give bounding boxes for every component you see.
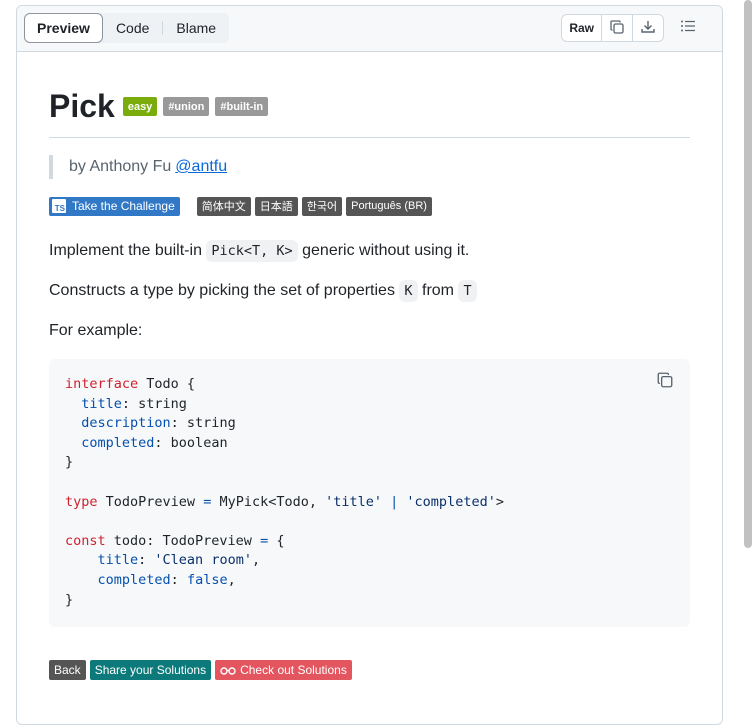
- code-token: :: [138, 552, 155, 569]
- outline-button[interactable]: [678, 18, 698, 38]
- code-token: 'Clean room': [154, 552, 252, 569]
- tag-badge-union[interactable]: #union: [163, 97, 210, 116]
- copy-raw-button[interactable]: [602, 15, 633, 41]
- description-paragraph-2: Constructs a type by picking the set of …: [49, 279, 690, 303]
- footer-badges: Back Share your Solutions Check out Solu…: [49, 660, 690, 680]
- code-token: MyPick<Todo,: [211, 493, 326, 510]
- tag-badge-built-in[interactable]: #built-in: [215, 97, 269, 116]
- code-token: =: [260, 532, 269, 549]
- tab-preview[interactable]: Preview: [24, 13, 103, 43]
- typescript-icon: TS: [52, 199, 66, 213]
- code-token: TodoPreview: [97, 493, 204, 510]
- code-content: interface Todo { title: string descripti…: [65, 375, 674, 610]
- copy-code-button[interactable]: [656, 371, 676, 391]
- list-icon: [680, 18, 696, 39]
- lang-badge-ja[interactable]: 日本語: [254, 196, 298, 216]
- text-segment: Implement the built-in: [49, 242, 207, 259]
- inline-code: T: [458, 280, 477, 302]
- lang-badge-ko[interactable]: 한국어: [301, 196, 343, 216]
- file-viewer-panel: Preview Code Blame Raw Pick easy #union …: [16, 5, 723, 725]
- markdown-body: Pick easy #union #built-in by Anthony Fu…: [17, 52, 722, 680]
- text-segment: Constructs a type by picking the set of …: [49, 282, 400, 299]
- raw-button[interactable]: Raw: [562, 15, 602, 41]
- code-token: const: [65, 532, 106, 549]
- example-heading: For example:: [49, 322, 143, 339]
- take-challenge-label: Take the Challenge: [72, 199, 175, 213]
- code-token: interface: [65, 376, 139, 392]
- download-icon: [640, 19, 656, 38]
- check-solutions-label: Check out Solutions: [240, 663, 347, 677]
- copy-icon: [609, 19, 625, 38]
- inline-code: K: [399, 280, 418, 302]
- code-token: }: [65, 454, 74, 471]
- glasses-icon: [220, 665, 236, 675]
- page-title: Pick easy #union #built-in: [49, 52, 690, 138]
- code-token: completed: [81, 434, 155, 451]
- code-token: title: [97, 552, 139, 569]
- code-token: : string: [170, 415, 236, 432]
- code-token: todo: TodoPreview: [105, 532, 261, 549]
- tab-blame[interactable]: Blame: [163, 13, 229, 43]
- copy-icon: [656, 372, 674, 393]
- lang-badge-zh[interactable]: 简体中文: [196, 196, 251, 216]
- tab-code[interactable]: Code: [103, 13, 162, 43]
- code-token: ,: [227, 571, 236, 588]
- author-quote: by Anthony Fu @antfu: [49, 155, 690, 179]
- code-token: ,: [251, 552, 261, 569]
- author-text: by Anthony Fu: [69, 158, 172, 175]
- file-actions: Raw: [561, 14, 698, 42]
- check-solutions-badge[interactable]: Check out Solutions: [215, 660, 352, 680]
- take-challenge-badge[interactable]: TS Take the Challenge: [49, 196, 180, 216]
- code-token: :: [170, 571, 187, 588]
- description-paragraph-1: Implement the built-in Pick<T, K> generi…: [49, 239, 690, 263]
- code-token: type: [65, 493, 98, 510]
- lang-badge-pt-br[interactable]: Português (BR): [346, 196, 432, 216]
- difficulty-badge[interactable]: easy: [122, 97, 158, 116]
- code-token: }: [65, 591, 74, 608]
- code-token: false: [186, 571, 228, 588]
- scrollbar-thumb[interactable]: [744, 0, 752, 548]
- download-button[interactable]: [633, 15, 663, 41]
- code-token: {: [268, 532, 285, 549]
- code-token: completed: [97, 571, 171, 588]
- code-token: 'completed': [406, 493, 496, 510]
- file-toolbar: Preview Code Blame Raw: [17, 6, 722, 52]
- share-solutions-badge[interactable]: Share your Solutions: [89, 660, 212, 680]
- inline-code: Pick<T, K>: [206, 240, 298, 262]
- file-action-group: Raw: [561, 14, 664, 42]
- code-token: : string: [121, 395, 187, 412]
- challenge-badges: TS Take the Challenge 简体中文 日本語 한국어 Portu…: [49, 196, 690, 216]
- text-segment: generic without using it.: [297, 242, 470, 259]
- code-token: 'title': [325, 493, 383, 510]
- back-badge[interactable]: Back: [49, 660, 86, 680]
- code-token: >: [495, 493, 504, 510]
- code-token: : boolean: [154, 434, 228, 451]
- code-token: description: [81, 415, 171, 432]
- code-token: Todo {: [138, 376, 196, 392]
- code-token: title: [81, 395, 122, 412]
- title-text: Pick: [49, 88, 115, 124]
- author-link[interactable]: @antfu: [175, 158, 227, 176]
- text-segment: from: [417, 282, 459, 299]
- code-token: |: [382, 493, 407, 510]
- view-mode-segmented-control: Preview Code Blame: [24, 13, 230, 43]
- code-block: interface Todo { title: string descripti…: [49, 359, 690, 627]
